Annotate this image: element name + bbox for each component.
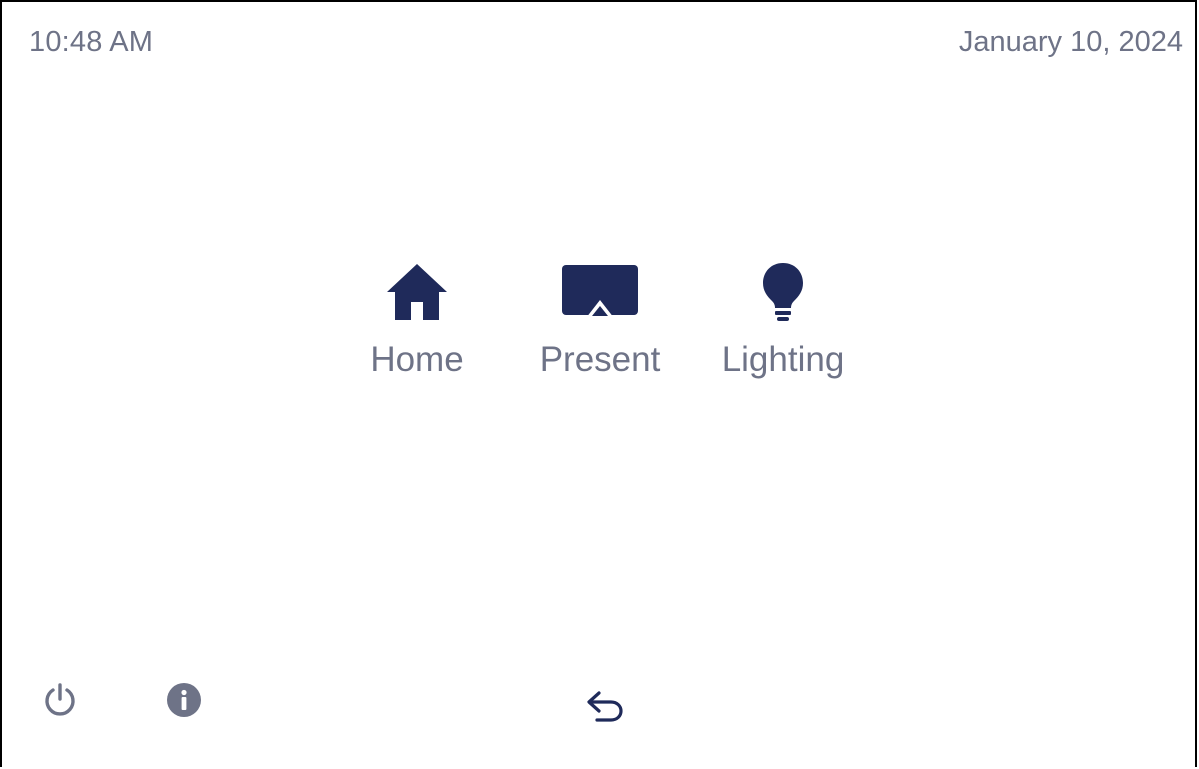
nav-item-lighting[interactable]: Lighting <box>715 260 851 380</box>
clock-date: January 10, 2024 <box>958 26 1183 58</box>
touch-panel-screen: 10:48 AM January 10, 2024 Home Present L… <box>0 0 1197 767</box>
lightbulb-icon <box>761 260 805 324</box>
power-button[interactable] <box>38 678 82 722</box>
present-icon <box>561 260 639 324</box>
nav-item-label: Present <box>539 340 661 379</box>
nav-item-label: Lighting <box>721 340 845 379</box>
home-icon <box>385 260 449 324</box>
nav-item-label: Home <box>370 340 464 379</box>
info-icon <box>167 683 201 717</box>
back-arrow-icon <box>587 691 623 722</box>
info-button[interactable] <box>162 678 206 722</box>
nav-item-present[interactable]: Present <box>534 260 666 380</box>
back-button[interactable] <box>580 683 630 727</box>
power-icon <box>45 683 75 716</box>
clock-time: 10:48 AM <box>29 26 154 58</box>
main-navigation: Home Present Lighting <box>2 260 1195 390</box>
nav-item-home[interactable]: Home <box>367 260 467 380</box>
